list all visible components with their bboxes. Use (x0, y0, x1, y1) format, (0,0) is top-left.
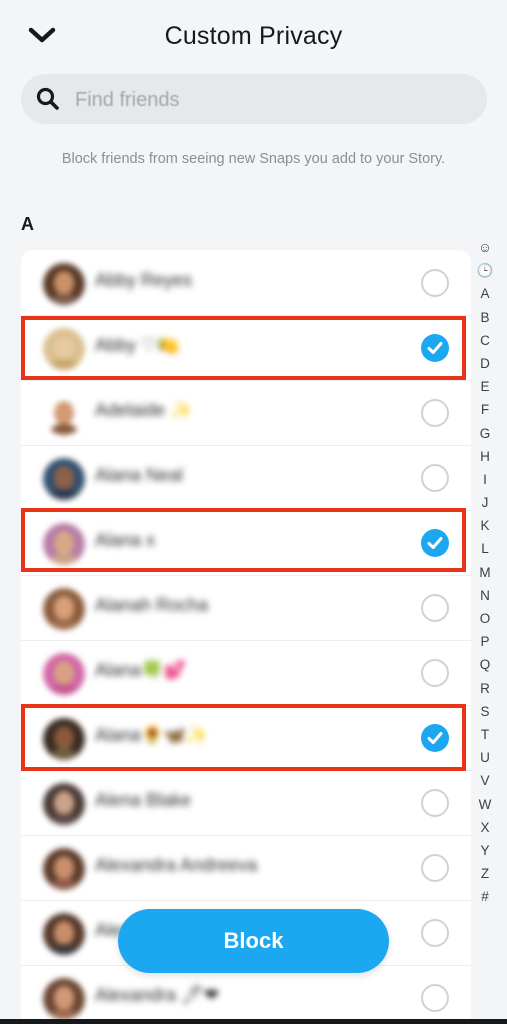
avatar (43, 328, 85, 370)
select-checkbox[interactable] (421, 789, 449, 817)
select-checkbox[interactable] (421, 984, 449, 1012)
avatar (43, 523, 85, 565)
index-letter[interactable]: N (474, 584, 496, 607)
friend-name: Adelaide ✨ (95, 400, 193, 420)
avatar (43, 913, 85, 955)
friend-row[interactable]: Adelaide ✨ (21, 380, 471, 445)
index-letter[interactable]: I (474, 468, 496, 491)
friend-row[interactable]: Alanah Rocha (21, 575, 471, 640)
select-checkbox[interactable] (421, 724, 449, 752)
avatar (43, 848, 85, 890)
search-bar[interactable] (21, 74, 487, 124)
friend-row[interactable]: Alexandra Andreeva (21, 835, 471, 900)
index-letter[interactable]: O (474, 607, 496, 630)
friend-name: Alana x (95, 530, 156, 550)
index-letter[interactable]: J (474, 491, 496, 514)
friend-name: Abby ♡🍋 (95, 335, 180, 355)
index-letter[interactable]: V (474, 769, 496, 792)
friend-row[interactable]: Alana x (21, 510, 471, 575)
friend-row[interactable]: Abby ♡🍋 (21, 315, 471, 380)
friend-name: Alana Neal (95, 465, 184, 485)
index-letter[interactable]: S (474, 700, 496, 723)
select-checkbox[interactable] (421, 919, 449, 947)
friend-row[interactable]: Alena Blake (21, 770, 471, 835)
index-letter[interactable]: B (474, 306, 496, 329)
index-letter[interactable]: U (474, 746, 496, 769)
select-checkbox[interactable] (421, 334, 449, 362)
index-letter[interactable]: # (474, 885, 496, 908)
friend-name: Alana🍀💕 (95, 660, 186, 680)
friend-row[interactable]: Alexandra 🖊❤ (21, 965, 471, 1024)
select-checkbox[interactable] (421, 464, 449, 492)
index-letter[interactable]: Y (474, 839, 496, 862)
friend-name: Alexandra Andreeva (95, 855, 258, 875)
checkmark-icon (427, 342, 443, 354)
avatar (43, 718, 85, 760)
index-letter[interactable]: C (474, 329, 496, 352)
search-icon (36, 87, 59, 110)
alphabet-index[interactable]: ☺ 🕒 A B C D E F G H I J K L M N O P Q R … (474, 236, 496, 908)
friend-row[interactable]: Alana🌻🦋✨ (21, 705, 471, 770)
friend-name: Alena Blake (95, 790, 192, 810)
index-letter[interactable]: P (474, 630, 496, 653)
checkmark-icon (427, 537, 443, 549)
friend-name: Alana🌻🦋✨ (95, 725, 209, 745)
friend-row[interactable]: Alana🍀💕 (21, 640, 471, 705)
select-checkbox[interactable] (421, 854, 449, 882)
index-letter[interactable]: H (474, 445, 496, 468)
index-recent-icon[interactable]: 🕒 (474, 259, 496, 282)
avatar (43, 588, 85, 630)
index-letter[interactable]: A (474, 282, 496, 305)
avatar (43, 653, 85, 695)
friend-name: Alexandra 🖊❤ (95, 985, 219, 1005)
description-text: Block friends from seeing new Snaps you … (61, 151, 446, 167)
section-header: A (21, 214, 34, 234)
friend-row[interactable]: Abby Reyes (21, 250, 471, 315)
friend-row[interactable]: Alana Neal (21, 445, 471, 510)
select-checkbox[interactable] (421, 529, 449, 557)
index-letter[interactable]: L (474, 537, 496, 560)
index-letter[interactable]: M (474, 561, 496, 584)
index-letter[interactable]: F (474, 398, 496, 421)
avatar (43, 458, 85, 500)
page-title: Custom Privacy (164, 22, 343, 50)
index-letter[interactable]: E (474, 375, 496, 398)
index-letter[interactable]: K (474, 514, 496, 537)
header: Custom Privacy (0, 0, 507, 72)
checkmark-icon (427, 732, 443, 744)
index-letter[interactable]: R (474, 677, 496, 700)
index-letter[interactable]: Q (474, 653, 496, 676)
index-emoji-icon[interactable]: ☺ (474, 236, 496, 259)
friends-list: Abby Reyes Abby ♡🍋 Adelaide ✨ Alana Neal… (21, 250, 471, 1024)
avatar (43, 978, 85, 1020)
search-input[interactable] (73, 82, 477, 118)
select-checkbox[interactable] (421, 594, 449, 622)
select-checkbox[interactable] (421, 659, 449, 687)
index-letter[interactable]: Z (474, 862, 496, 885)
select-checkbox[interactable] (421, 269, 449, 297)
index-letter[interactable]: D (474, 352, 496, 375)
avatar (43, 393, 85, 435)
select-checkbox[interactable] (421, 399, 449, 427)
index-letter[interactable]: X (474, 816, 496, 839)
friend-name: Alanah Rocha (95, 595, 209, 615)
home-indicator (0, 1019, 507, 1024)
block-button[interactable]: Block (118, 909, 389, 973)
friend-name: Abby Reyes (95, 270, 193, 290)
avatar (43, 263, 85, 305)
index-letter[interactable]: G (474, 422, 496, 445)
index-letter[interactable]: T (474, 723, 496, 746)
avatar (43, 783, 85, 825)
index-letter[interactable]: W (474, 793, 496, 816)
